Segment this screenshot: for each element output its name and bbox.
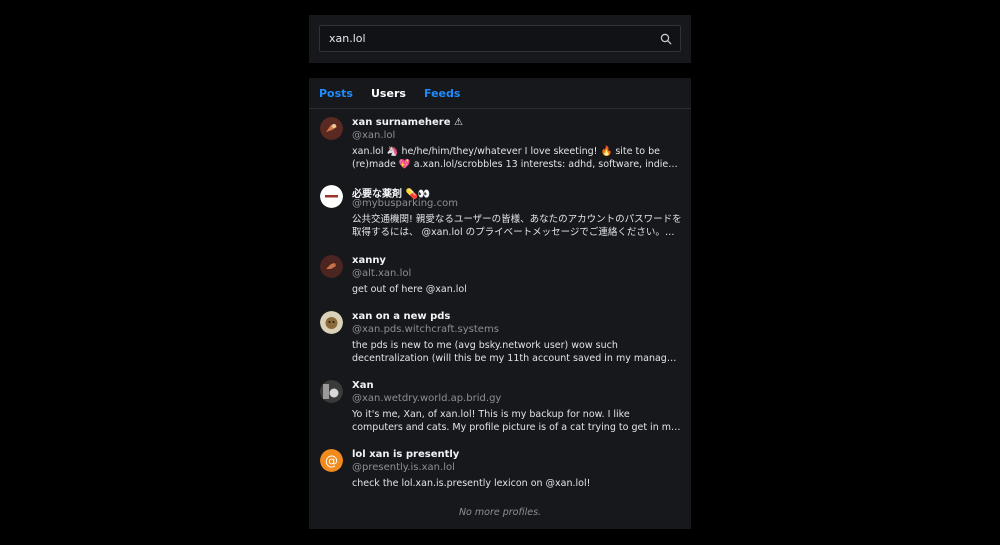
profile-handle: @alt.xan.lol — [352, 268, 412, 279]
avatar — [320, 255, 343, 278]
avatar — [320, 117, 343, 140]
profile-row[interactable]: xanny @alt.xan.lol get out of here @xan.… — [309, 255, 691, 295]
tab-feeds[interactable]: Feeds — [424, 87, 460, 100]
profile-handle: @xan.lol — [352, 130, 396, 141]
avatar — [320, 380, 343, 403]
profile-handle: @xan.pds.witchcraft.systems — [352, 324, 499, 335]
search-input-value[interactable]: xan.lol — [329, 32, 366, 45]
tab-users[interactable]: Users — [371, 87, 406, 100]
search-input[interactable]: xan.lol — [319, 25, 681, 52]
profile-row[interactable]: @ lol xan is presently @presently.is.xan… — [309, 449, 691, 489]
at-sign-icon: @ — [320, 449, 343, 472]
profile-description: check the lol.xan.is.presently lexicon o… — [352, 478, 591, 489]
profile-description: the pds is new to me (avg bsky.network u… — [352, 340, 681, 364]
profile-name: Xan — [352, 380, 374, 391]
search-panel: xan.lol — [309, 15, 691, 63]
profile-handle: @xan.wetdry.world.ap.brid.gy — [352, 393, 502, 404]
end-of-list-message: No more profiles. — [458, 507, 542, 518]
search-icon[interactable] — [660, 33, 672, 45]
profile-row[interactable]: xan on a new pds @xan.pds.witchcraft.sys… — [309, 311, 691, 367]
profile-handle: @mybusparking.com — [352, 198, 458, 209]
profile-description: Yo it's me, Xan, of xan.lol! This is my … — [352, 409, 677, 433]
profile-name: xanny — [352, 255, 386, 266]
profile-name: lol xan is presently — [352, 449, 460, 460]
tab-bar: Posts Users Feeds — [309, 78, 691, 109]
profile-row[interactable]: Xan @xan.wetdry.world.ap.brid.gy Yo it's… — [309, 380, 691, 436]
profile-description: 公共交通機関! 親愛なるユーザーの皆様、あなたのアカウントのパスワードを取得する… — [352, 214, 682, 238]
avatar — [320, 311, 343, 334]
tab-posts[interactable]: Posts — [319, 87, 353, 100]
profile-description: xan.lol 🦄 he/he/him/they/whatever I love… — [352, 146, 669, 170]
profile-handle: @presently.is.xan.lol — [352, 462, 455, 473]
profile-name: xan surnamehere ⚠ — [352, 117, 463, 128]
results-panel: Posts Users Feeds xan surnamehere ⚠ @xan… — [309, 78, 691, 529]
profile-name: xan on a new pds — [352, 311, 451, 322]
profile-row[interactable]: xan surnamehere ⚠ @xan.lol xan.lol 🦄 he/… — [309, 117, 691, 173]
profile-row[interactable]: 必要な薬剤 💊👀 @mybusparking.com 公共交通機関! 親愛なるユ… — [309, 185, 691, 241]
profile-description: get out of here @xan.lol — [352, 284, 467, 295]
avatar — [320, 185, 343, 208]
svg-text:@: @ — [325, 454, 338, 469]
